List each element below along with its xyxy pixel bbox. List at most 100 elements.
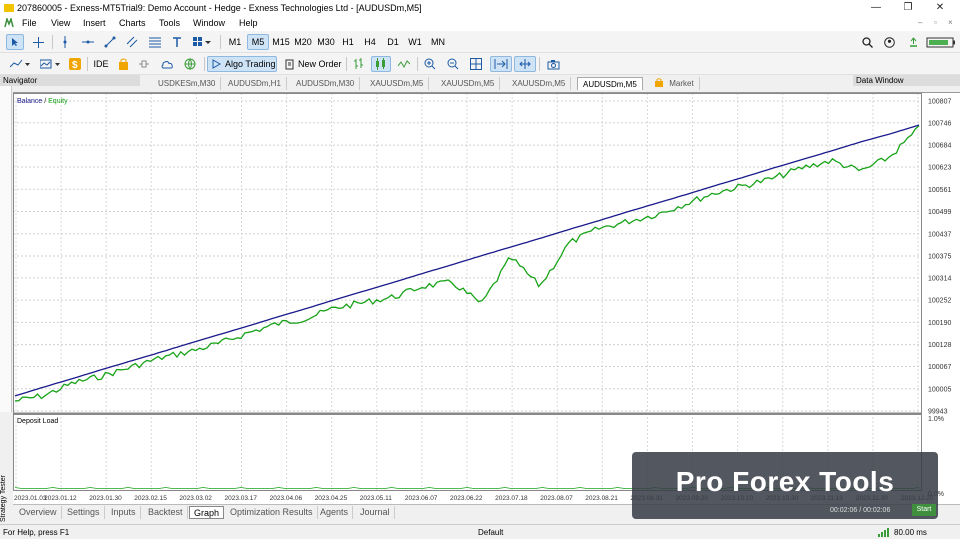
fibonacci-button[interactable] (145, 34, 165, 50)
menu-tools[interactable]: Tools (159, 18, 180, 28)
mdi-minimize-button[interactable]: – (918, 18, 922, 27)
autoscroll-button[interactable] (490, 56, 512, 72)
menu-help[interactable]: Help (239, 18, 258, 28)
minimize-button[interactable]: — (866, 2, 886, 14)
vertical-line-button[interactable] (56, 34, 74, 50)
tab-overview[interactable]: Overview (15, 506, 62, 519)
timeframe-m30[interactable]: M30 (315, 34, 337, 50)
screenshot-button[interactable] (543, 56, 563, 72)
market-button[interactable] (114, 56, 132, 72)
timeframe-m20[interactable]: M20 (292, 34, 314, 50)
tab-agents[interactable]: Agents (316, 506, 354, 519)
zoom-in-button[interactable] (420, 56, 440, 72)
chart-shift-button[interactable] (514, 56, 536, 72)
tab-xauusdm-m5-2[interactable]: XAUUSDm,M5 (436, 77, 501, 90)
tab-xauusdm-m5-1[interactable]: XAUUSDm,M5 (365, 77, 430, 90)
tab-usdkesm-m30[interactable]: USDKESm,M30 (153, 77, 222, 90)
strategy-tester-side[interactable]: Strategy Tester (0, 412, 12, 525)
deposit-tick-top: 1.0% (928, 416, 944, 423)
vps-button[interactable] (157, 56, 177, 72)
mdi-restore-button[interactable]: ▫ (934, 18, 937, 27)
y-tick-label: 100684 (928, 143, 951, 150)
deposit-load-label: Deposit Load (17, 418, 58, 425)
bar-chart-button[interactable] (350, 56, 368, 72)
timeframe-m5[interactable]: M5 (247, 34, 269, 50)
ide-button[interactable]: IDE (90, 56, 112, 72)
maximize-button[interactable]: ❐ (898, 2, 918, 14)
text-tool-button[interactable] (168, 34, 186, 50)
template-dropdown[interactable] (36, 56, 64, 72)
cursor-tool-button[interactable] (6, 34, 24, 50)
signals-button[interactable]: $ (66, 56, 84, 72)
tab-journal[interactable]: Journal (356, 506, 395, 519)
tab-inputs[interactable]: Inputs (107, 506, 141, 519)
strategy-tester-label: Strategy Tester (0, 475, 7, 522)
channel-button[interactable] (122, 34, 142, 50)
trendline-button[interactable] (100, 34, 120, 50)
y-tick-label: 100190 (928, 320, 951, 327)
x-tick-label: 2023.01.12 (44, 495, 77, 502)
status-profile: Default (478, 528, 504, 537)
x-tick-label: 2023.05.11 (360, 495, 392, 502)
tab-backtest[interactable]: Backtest (144, 506, 188, 519)
start-button[interactable]: Start (912, 504, 936, 516)
tab-settings[interactable]: Settings (63, 506, 105, 519)
new-order-button[interactable]: New Order (281, 56, 343, 72)
timeframe-w1[interactable]: W1 (404, 34, 426, 50)
timeframe-h4[interactable]: H4 (359, 34, 381, 50)
line-type-button[interactable] (394, 56, 414, 72)
autoscroll-icon (494, 59, 508, 69)
shapes-dropdown-button[interactable] (189, 34, 215, 50)
bag-icon (655, 78, 663, 87)
menu-view[interactable]: View (51, 18, 70, 28)
tab-xauusdm-m5-3[interactable]: XAUUSDm,M5 (507, 77, 572, 90)
menu-file[interactable]: File (22, 18, 37, 28)
timeframe-m15[interactable]: M15 (270, 34, 292, 50)
horizontal-line-button[interactable] (78, 34, 98, 50)
status-bar: For Help, press F1 Default 80.00 ms (0, 524, 960, 539)
menu-window[interactable]: Window (193, 18, 225, 28)
web-button[interactable] (180, 56, 200, 72)
data-window-header[interactable]: Data Window (853, 75, 960, 86)
test-timer: 00:02:06 / 00:02:06 (830, 507, 891, 514)
signal-button[interactable] (904, 34, 922, 50)
window-title: 207860005 - Exness-MT5Trial9: Demo Accou… (17, 3, 422, 13)
tab-audusdm-m30[interactable]: AUDUSDm,M30 (291, 77, 361, 90)
tab-audusdm-h1[interactable]: AUDUSDm,H1 (223, 77, 287, 90)
search-button[interactable] (858, 34, 876, 50)
dollar-icon: $ (69, 58, 81, 70)
timeframe-h1[interactable]: H1 (337, 34, 359, 50)
tab-audusdm-m5[interactable]: AUDUSDm,M5 (577, 77, 643, 90)
timeframe-mn[interactable]: MN (427, 34, 449, 50)
tab-optimization-results[interactable]: Optimization Results (226, 506, 318, 519)
tab-graph[interactable]: Graph (189, 506, 225, 519)
zoom-in-icon (424, 58, 436, 70)
algo-trading-button[interactable]: Algo Trading (207, 56, 277, 72)
globe-icon (184, 58, 196, 70)
chart-type-dropdown[interactable] (6, 56, 34, 72)
candlestick-button[interactable] (371, 56, 391, 72)
bars-icon (354, 58, 363, 69)
close-button[interactable]: ✕ (930, 2, 950, 14)
signal-icon (909, 36, 917, 47)
timeframe-d1[interactable]: D1 (382, 34, 404, 50)
y-tick-label: 100128 (928, 342, 951, 349)
navigator-header[interactable]: Navigator (0, 75, 140, 86)
menu-insert[interactable]: Insert (83, 18, 106, 28)
timeframe-m1[interactable]: M1 (224, 34, 246, 50)
algo-button[interactable] (135, 56, 153, 72)
x-tick-label: 2023.04.06 (270, 495, 303, 502)
crosshair-button[interactable] (28, 34, 48, 50)
menu-bar: File View Insert Charts Tools Window Hel… (0, 16, 960, 31)
tab-market[interactable]: Market (651, 77, 700, 90)
account-button[interactable] (880, 34, 898, 50)
mdi-close-button[interactable]: × (948, 18, 953, 27)
grid-button[interactable] (466, 56, 486, 72)
zoom-out-button[interactable] (443, 56, 463, 72)
cursor-icon (12, 38, 18, 46)
y-tick-label: 100807 (928, 99, 951, 106)
chart-area[interactable]: 100807 100746 100684 100623 100561 100499 1004… (13, 92, 960, 504)
menu-charts[interactable]: Charts (119, 18, 146, 28)
fibonacci-icon (149, 37, 161, 48)
y-tick-label: 100437 (928, 231, 951, 238)
